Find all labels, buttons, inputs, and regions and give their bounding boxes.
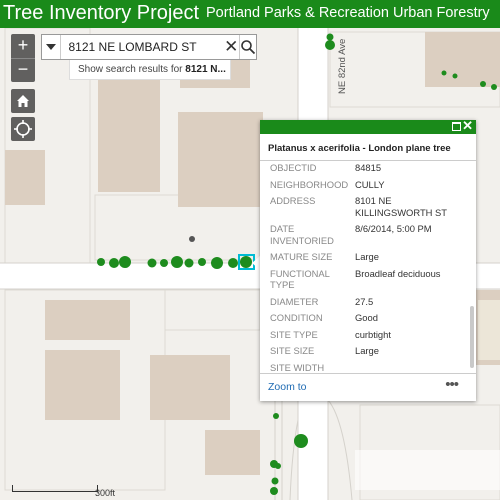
app-header: Tree Inventory Project Portland Parks & … [0,0,500,28]
attribute-key: CONDITION [270,312,323,323]
home-button[interactable] [11,89,35,113]
attribute-value: Broadleaf deciduous [355,267,441,279]
attribute-value: CULLY [355,178,385,190]
attribute-row: DIAMETER 27.5 [260,296,468,308]
search-box: ✕ [41,34,257,60]
app-title: Tree Inventory Project [3,2,200,24]
popup-title: Platanus x acerifolia - London plane tre… [260,134,476,161]
scale-label: 300ft [95,488,116,498]
attribute-row: ADDRESS 8101 NE KILLINGSWORTH ST [260,195,468,218]
attribute-value [355,362,468,373]
locate-icon [14,120,32,138]
suggestion-query: 8121 N... [185,64,226,75]
search-button[interactable] [238,35,256,59]
search-icon [241,40,256,55]
zoom-in-button[interactable]: + [11,34,35,58]
attribute-value: 8101 NE KILLINGSWORTH ST [355,195,448,218]
search-suggestion[interactable]: Show search results for 8121 N... [69,60,231,80]
attribute-list[interactable]: OBJECTID 84815 NEIGHBORHOOD CULLY ADDRESS 810… [260,162,468,372]
attribute-row: SITE WIDTH [260,362,468,373]
popup-scrollbar[interactable] [470,306,474,368]
attribute-key: DIAMETER [270,295,319,307]
more-actions-button[interactable]: ••• [445,376,459,393]
maximize-icon[interactable] [452,122,461,131]
attribute-key: FUNCTIONAL TYPE [270,267,330,291]
zoom-out-button[interactable]: − [11,58,35,82]
attribute-key: ADDRESS [270,195,316,206]
suggestion-prefix: Show search results for [78,64,186,75]
locate-button[interactable] [11,117,35,141]
attribute-value: 8/6/2014, 5:00 PM [355,223,432,234]
clear-search-button[interactable]: ✕ [224,36,239,58]
home-icon [17,95,29,107]
search-source-dropdown[interactable] [42,35,61,59]
attribute-row: SITE SIZE Large [260,345,468,357]
attribute-key: MATURE SIZE [270,251,333,262]
attribute-key: DATE INVENTORIED [270,223,334,246]
attribute-row: FUNCTIONAL TYPE Broadleaf deciduous [260,268,468,291]
attribute-value: curbtight [355,328,391,340]
search-input[interactable] [60,36,224,58]
app-subtitle: Portland Parks & Recreation Urban Forest… [206,5,490,21]
zoom-to-link[interactable]: Zoom to [268,381,307,393]
attribute-row: SITE TYPE curbtight [260,329,468,341]
attribute-row: DATE INVENTORIED 8/6/2014, 5:00 PM [260,223,468,246]
attribute-value: 27.5 [355,295,374,307]
attribute-value: Large [355,345,379,356]
scale-bar [12,485,98,492]
close-icon[interactable]: ✕ [462,118,473,134]
attribute-row: OBJECTID 84815 [260,162,468,174]
attribute-row: CONDITION Good [260,312,468,324]
feature-popup: ✕ Platanus x acerifolia - London plane t… [260,118,476,401]
caret-down-icon [45,44,56,50]
attribute-row: MATURE SIZE Large [260,251,468,263]
attribute-key: SITE TYPE [270,328,318,340]
street-label: NE 82nd Ave [337,39,348,94]
popup-header-bar: ✕ [260,118,476,134]
attribute-key: NEIGHBORHOOD [270,178,349,190]
attribute-value: 84815 [355,162,382,173]
popup-footer: Zoom to ••• [260,373,476,401]
attribute-value: Large [355,251,379,262]
attribute-row: NEIGHBORHOOD CULLY [260,179,468,191]
attribute-key: SITE SIZE [270,345,315,356]
attribute-key: SITE WIDTH [270,361,325,373]
attribute-key: OBJECTID [270,162,317,173]
attribute-value: Good [355,312,378,323]
